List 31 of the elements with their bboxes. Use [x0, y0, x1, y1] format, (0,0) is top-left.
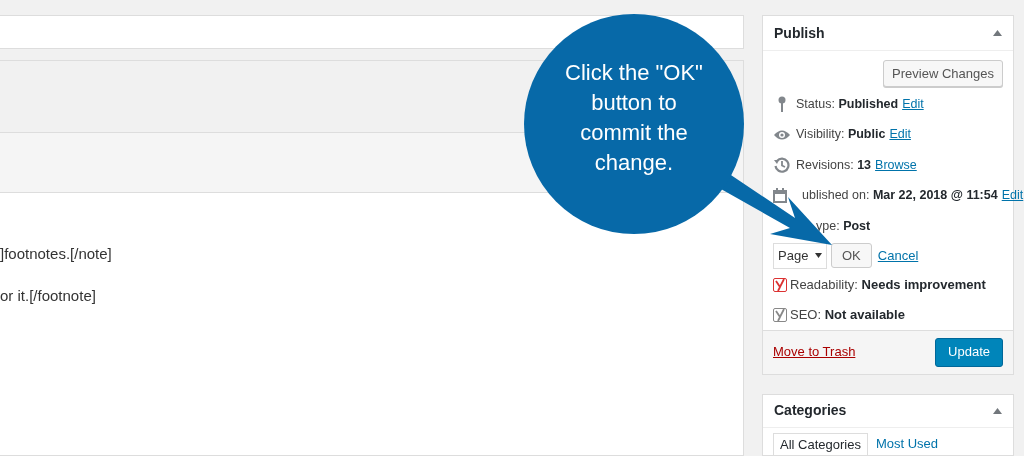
status-text: ype: Post	[815, 217, 871, 235]
ok-button[interactable]: OK	[831, 243, 872, 268]
eye-icon	[773, 128, 791, 141]
edit-link[interactable]: Browse	[875, 155, 917, 175]
update-button[interactable]: Update	[935, 337, 1003, 367]
pin-icon	[777, 96, 787, 113]
status-text: ublished on: Mar 22, 2018 @ 11:54	[801, 187, 998, 205]
editor-text: ]footnotes.[/note]	[0, 245, 113, 263]
caret-icon	[815, 253, 822, 258]
preview-changes-button[interactable]: Preview Changes	[883, 60, 1003, 87]
collapse-icon[interactable]	[993, 407, 1002, 414]
status-text: Visibility: Public	[796, 126, 886, 144]
calendar-icon	[773, 188, 787, 204]
edit-link[interactable]: Edit	[1001, 186, 1024, 206]
category-tab[interactable]: All Categories	[773, 432, 868, 455]
edit-link[interactable]: Edit	[889, 125, 911, 145]
editor-text: or it.[/footnote]	[0, 287, 97, 305]
callout-text: Click the "OK" button to commit the change.	[564, 59, 704, 177]
box-title: Publish	[774, 23, 825, 43]
move-to-trash-link[interactable]: Move to Trash	[773, 342, 856, 362]
box-title: Categories	[774, 401, 847, 420]
status-text: SEO: Not available	[790, 305, 905, 324]
collapse-icon[interactable]	[993, 30, 1002, 36]
status-text: Readability: Needs improvement	[790, 275, 986, 294]
history-icon	[774, 157, 790, 174]
cancel-link[interactable]: Cancel	[877, 245, 919, 266]
edit-link[interactable]: Edit	[902, 94, 924, 114]
status-text: Revisions: 13	[796, 156, 872, 174]
status-text: Status: Published	[796, 95, 899, 113]
post-type-select[interactable]: Page	[773, 242, 827, 269]
category-tab[interactable]: Most Used	[869, 432, 945, 455]
